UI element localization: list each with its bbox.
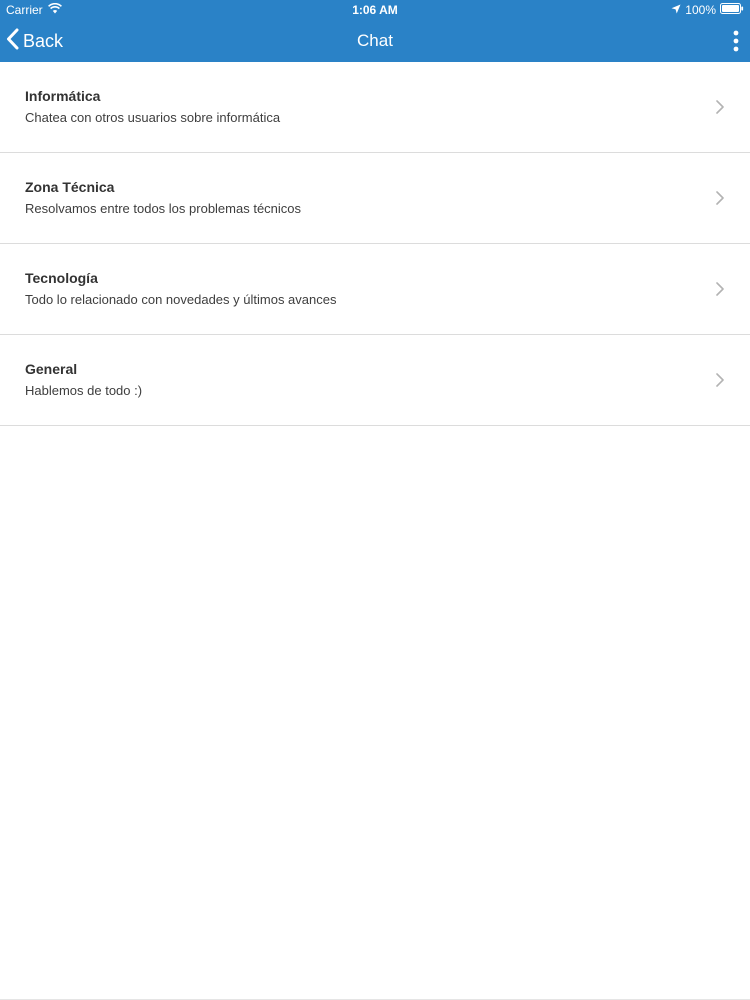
chevron-right-icon	[716, 191, 724, 205]
chevron-right-icon	[716, 373, 724, 387]
more-options-button[interactable]	[730, 29, 742, 53]
battery-icon	[720, 3, 744, 17]
chevron-right-icon	[716, 100, 724, 114]
app-header: Carrier 1:06 AM 100% Back Chat	[0, 0, 750, 62]
chat-room-subtitle: Todo lo relacionado con novedades y últi…	[25, 292, 337, 307]
chat-room-subtitle: Hablemos de todo :)	[25, 383, 143, 398]
carrier-label: Carrier	[6, 3, 43, 17]
chat-room-title: Tecnología	[25, 270, 98, 286]
back-button[interactable]: Back	[6, 26, 63, 56]
navigation-bar: Back Chat	[0, 20, 750, 62]
chevron-right-icon	[716, 282, 724, 296]
chat-room-title: General	[25, 361, 78, 377]
status-right: 100%	[671, 3, 744, 17]
chat-room-item-informatica[interactable]: Informática Chatea con otros usuarios so…	[0, 62, 750, 153]
status-time: 1:06 AM	[352, 3, 398, 17]
wifi-icon	[47, 2, 62, 17]
chat-room-item-tecnologia[interactable]: Tecnología Todo lo relacionado con noved…	[0, 244, 750, 335]
chat-room-list: Informática Chatea con otros usuarios so…	[0, 62, 750, 426]
chat-screen: Carrier 1:06 AM 100% Back Chat Informáti…	[0, 0, 750, 1000]
chat-room-subtitle: Chatea con otros usuarios sobre informát…	[25, 110, 281, 125]
chat-room-title: Zona Técnica	[25, 179, 115, 195]
status-left: Carrier	[6, 2, 62, 17]
chat-room-subtitle: Resolvamos entre todos los problemas téc…	[25, 201, 302, 216]
battery-percent: 100%	[685, 3, 716, 17]
chevron-left-icon	[6, 28, 19, 55]
chat-room-item-zona-tecnica[interactable]: Zona Técnica Resolvamos entre todos los …	[0, 153, 750, 244]
vertical-ellipsis-icon	[730, 30, 742, 57]
chat-room-title: Informática	[25, 88, 101, 104]
status-bar: Carrier 1:06 AM 100%	[0, 0, 750, 20]
back-label: Back	[23, 30, 64, 51]
location-arrow-icon	[671, 3, 681, 17]
chat-room-item-general[interactable]: General Hablemos de todo :)	[0, 335, 750, 426]
page-title: Chat	[357, 31, 393, 50]
